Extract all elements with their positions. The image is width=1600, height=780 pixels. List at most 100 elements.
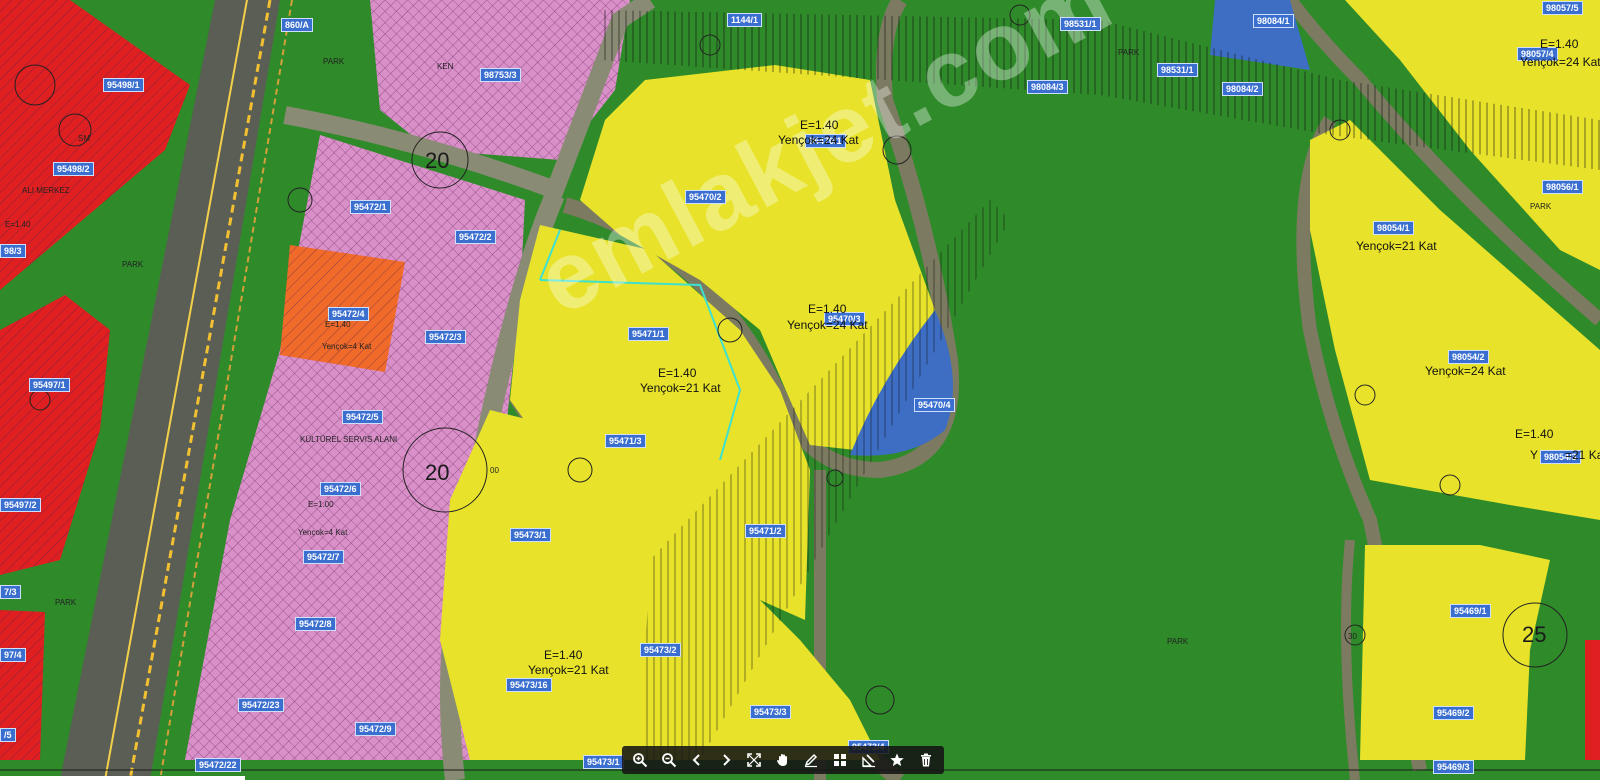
park-label: PARK: [1530, 202, 1552, 211]
parcel-label[interactable]: 95471/1: [628, 327, 669, 341]
measure-button[interactable]: [856, 748, 882, 772]
parcel-label[interactable]: 95472/22: [195, 758, 241, 772]
parcel-label[interactable]: 98753/3: [480, 68, 521, 82]
chevron-right-icon: [723, 754, 731, 766]
grid-icon: [833, 754, 846, 766]
park-label: PARK: [122, 260, 144, 269]
delete-button[interactable]: [913, 748, 939, 772]
zone-height-text: Yençok=21 Kat: [640, 381, 721, 395]
parcel-label[interactable]: 95473/1: [583, 755, 624, 769]
parcel-label[interactable]: 95472/8: [295, 617, 336, 631]
layers-button[interactable]: [827, 748, 853, 772]
block-number: 00: [490, 466, 499, 475]
park-label: PARK: [1167, 637, 1189, 646]
parcel-label[interactable]: /5: [0, 728, 16, 742]
chevron-left-icon: [692, 754, 701, 766]
block-number: 20: [425, 460, 450, 485]
zoom-out-icon: [661, 753, 677, 768]
block-number: 20: [425, 148, 450, 173]
star-icon: [890, 753, 904, 767]
parcel-label[interactable]: 95498/2: [53, 162, 94, 176]
zoom-in-button[interactable]: [627, 748, 653, 772]
zone-height-text: =21 Kat: [1565, 448, 1600, 462]
draw-button[interactable]: [798, 748, 824, 772]
zone-ratio-text: E=1.40: [800, 118, 839, 132]
ruler-icon: [861, 754, 875, 768]
zone-height-text: Yençok=21 Kat: [528, 663, 609, 677]
zone-height-text: Yençok=24 Kat: [1520, 55, 1600, 69]
zoom-out-button[interactable]: [656, 748, 682, 772]
zone-height-text: Yençok=24 Kat: [778, 133, 859, 147]
small-text: ALI MERKEZ: [22, 186, 70, 195]
parcel-label[interactable]: 98084/3: [1027, 80, 1068, 94]
block-number: 25: [1522, 622, 1547, 647]
parcel-label[interactable]: 98057/5: [1542, 1, 1583, 15]
favorite-button[interactable]: [884, 748, 910, 772]
parcel-label[interactable]: 95472/3: [425, 330, 466, 344]
parcel-label[interactable]: 95472/7: [303, 550, 344, 564]
parcel-label[interactable]: 95472/5: [342, 410, 383, 424]
parcel-label[interactable]: 95498/1: [103, 78, 144, 92]
parcel-label[interactable]: 7/3: [0, 585, 21, 599]
zone-ratio-text: E=1.40: [544, 648, 583, 662]
back-button[interactable]: [684, 748, 710, 772]
parcel-label[interactable]: 98531/1: [1157, 63, 1198, 77]
parcel-label[interactable]: 95473/3: [750, 705, 791, 719]
parcel-label[interactable]: 1144/1: [727, 13, 763, 27]
parcel-label[interactable]: 95472/4: [328, 307, 369, 321]
zone-ratio-text: E=1.40: [658, 366, 697, 380]
zone-height-text: Yençok=21 Kat: [1356, 239, 1437, 253]
zone-height-text: Y: [1530, 448, 1539, 462]
small-text: E=1.40: [5, 220, 31, 229]
parcel-label[interactable]: 95497/1: [29, 378, 70, 392]
parcel-label[interactable]: 95470/2: [685, 190, 726, 204]
park-label: PARK: [323, 57, 345, 66]
block-number: 30: [1348, 632, 1357, 641]
parcel-label[interactable]: 95470/4: [914, 398, 955, 412]
small-text: Yençok=4 Kat: [322, 342, 372, 351]
zoom-in-icon: [633, 753, 648, 768]
parcel-label[interactable]: 95469/2: [1433, 706, 1474, 720]
small-text: E=1.40: [325, 320, 351, 329]
parcel-label[interactable]: 95471/2: [745, 524, 786, 538]
parcel-label[interactable]: 95472/6: [320, 482, 361, 496]
parcel-label[interactable]: 95469/3: [1433, 760, 1474, 774]
parcel-label[interactable]: 97/4: [0, 648, 26, 662]
zoning-map[interactable]: emlakjet.com 95498/1 95498/2 98/3 95497/…: [0, 0, 1600, 780]
hand-icon: [776, 754, 787, 766]
zone-ratio-text: E=1.40: [808, 302, 847, 316]
small-text: KEN: [437, 62, 454, 71]
parcel-label[interactable]: 95469/1: [1450, 604, 1491, 618]
map-toolbar: [622, 746, 944, 774]
pan-button[interactable]: [770, 748, 796, 772]
zone-ratio-text: E=1.40: [1515, 427, 1554, 441]
small-text: E=1.00: [308, 500, 334, 509]
parcel-label[interactable]: 95472/9: [355, 722, 396, 736]
parcel-label[interactable]: 98054/2: [1448, 350, 1489, 364]
parcel-label[interactable]: 95473/1: [510, 528, 551, 542]
parcel-label[interactable]: 98531/1: [1060, 17, 1101, 31]
parcel-label[interactable]: 95472/2: [455, 230, 496, 244]
fullscreen-button[interactable]: [741, 748, 767, 772]
parcel-label[interactable]: 95473/2: [640, 643, 681, 657]
parcel-label[interactable]: 95473/16: [506, 678, 552, 692]
expand-icon: [747, 753, 762, 767]
parcel-label[interactable]: 95472/1: [350, 200, 391, 214]
parcel-label[interactable]: 98084/1: [1253, 14, 1294, 28]
trash-icon: [920, 753, 931, 767]
parcel-label[interactable]: 860/A: [281, 18, 314, 32]
parcel-label[interactable]: 98/3: [0, 244, 26, 258]
zone-ratio-text: E=1.40: [1540, 37, 1579, 51]
small-text: KÜLTÜREL SERVIS ALANI: [300, 435, 398, 444]
sm-label: SM: [78, 134, 90, 143]
forward-button[interactable]: [713, 748, 739, 772]
parcel-label[interactable]: 98054/1: [1373, 221, 1414, 235]
parcel-label[interactable]: 95497/2: [0, 498, 41, 512]
parcel-label[interactable]: 98056/1: [1542, 180, 1583, 194]
parcel-label[interactable]: 98084/2: [1222, 82, 1263, 96]
parcel-label[interactable]: 95471/3: [605, 434, 646, 448]
small-text: Yençok=4 Kat: [298, 528, 348, 537]
pencil-icon: [805, 753, 818, 768]
yellow-zone-95469: [1360, 545, 1550, 760]
parcel-label[interactable]: 95472/23: [238, 698, 284, 712]
